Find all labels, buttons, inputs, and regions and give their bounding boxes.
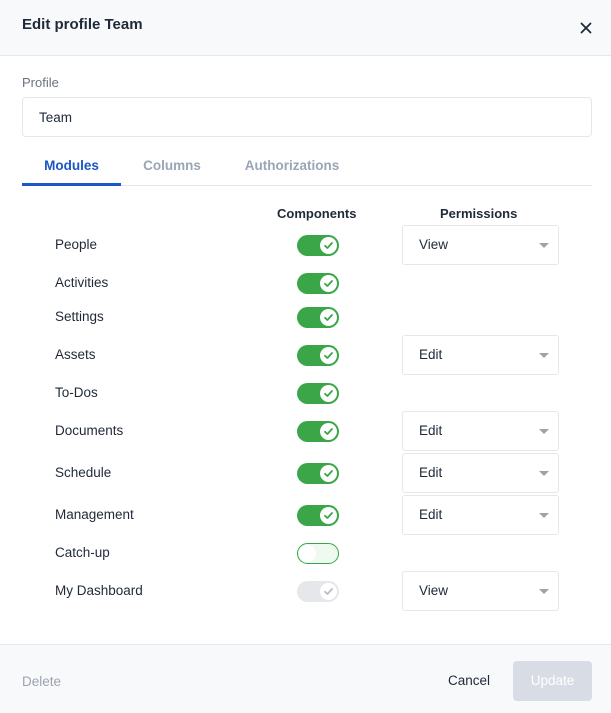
permission-select-management[interactable]: Edit	[402, 495, 559, 535]
toggle-knob	[320, 385, 337, 402]
module-toggle-my-dashboard	[297, 581, 339, 602]
module-toggle-assets[interactable]	[297, 345, 339, 366]
chevron-down-icon	[539, 243, 549, 248]
module-row-my-dashboard: My Dashboard View	[0, 571, 611, 611]
close-icon[interactable]	[574, 16, 598, 40]
permission-select-documents[interactable]: Edit	[402, 411, 559, 451]
module-label: Settings	[55, 309, 104, 324]
permission-select-people[interactable]: View	[402, 225, 559, 265]
module-label: Catch-up	[55, 545, 110, 560]
delete-button[interactable]: Delete	[22, 674, 61, 689]
dialog-title: Edit profile Team	[22, 16, 143, 33]
module-label: My Dashboard	[55, 583, 143, 598]
chevron-down-icon	[539, 471, 549, 476]
module-toggle-people[interactable]	[297, 235, 339, 256]
update-button[interactable]: Update	[513, 661, 592, 701]
module-row-to-dos: To-Dos	[0, 373, 611, 413]
module-label: Documents	[55, 423, 124, 438]
permission-select-assets[interactable]: Edit	[402, 335, 559, 375]
tab-modules[interactable]: Modules	[22, 150, 121, 186]
permission-value: Edit	[419, 347, 443, 362]
dialog-header: Edit profile Team	[0, 0, 611, 56]
toggle-knob	[320, 507, 337, 524]
module-label: People	[55, 237, 98, 252]
tab-bar: Modules Columns Authorizations	[22, 150, 592, 186]
toggle-knob	[320, 583, 337, 600]
module-label: Assets	[55, 347, 96, 362]
chevron-down-icon	[539, 353, 549, 358]
module-row-schedule: Schedule Edit	[0, 453, 611, 493]
module-label: Management	[55, 507, 134, 522]
module-row-settings: Settings	[0, 297, 611, 337]
module-toggle-documents[interactable]	[297, 421, 339, 442]
module-toggle-management[interactable]	[297, 505, 339, 526]
toggle-knob	[320, 309, 337, 326]
module-row-management: Management Edit	[0, 495, 611, 535]
module-label: To-Dos	[55, 385, 98, 400]
chevron-down-icon	[539, 513, 549, 518]
dialog-footer: Delete Cancel Update	[0, 644, 611, 713]
permission-select-my-dashboard[interactable]: View	[402, 571, 559, 611]
toggle-knob	[299, 545, 316, 562]
permission-value: Edit	[419, 423, 443, 438]
module-toggle-to-dos[interactable]	[297, 383, 339, 404]
permission-select-schedule[interactable]: Edit	[402, 453, 559, 493]
components-column-header: Components	[277, 206, 357, 221]
module-toggle-activities[interactable]	[297, 273, 339, 294]
module-label: Schedule	[55, 465, 112, 480]
cancel-button[interactable]: Cancel	[448, 673, 490, 688]
module-row-assets: Assets Edit	[0, 335, 611, 375]
toggle-knob	[320, 237, 337, 254]
profile-name-input[interactable]	[22, 97, 592, 137]
module-toggle-catch-up[interactable]	[297, 543, 339, 564]
chevron-down-icon	[539, 429, 549, 434]
permission-value: Edit	[419, 465, 443, 480]
chevron-down-icon	[539, 589, 549, 594]
tab-authorizations[interactable]: Authorizations	[225, 150, 359, 186]
permission-value: View	[419, 583, 449, 598]
toggle-knob	[320, 465, 337, 482]
permission-value: View	[419, 237, 449, 252]
toggle-knob	[320, 423, 337, 440]
module-row-catch-up: Catch-up	[0, 533, 611, 573]
toggle-knob	[320, 347, 337, 364]
module-row-documents: Documents Edit	[0, 411, 611, 451]
toggle-knob	[320, 275, 337, 292]
profile-label: Profile	[22, 75, 59, 90]
permission-value: Edit	[419, 507, 443, 522]
tab-columns[interactable]: Columns	[125, 150, 219, 186]
module-toggle-settings[interactable]	[297, 307, 339, 328]
permissions-column-header: Permissions	[440, 206, 518, 221]
module-row-people: People View	[0, 225, 611, 265]
module-toggle-schedule[interactable]	[297, 463, 339, 484]
